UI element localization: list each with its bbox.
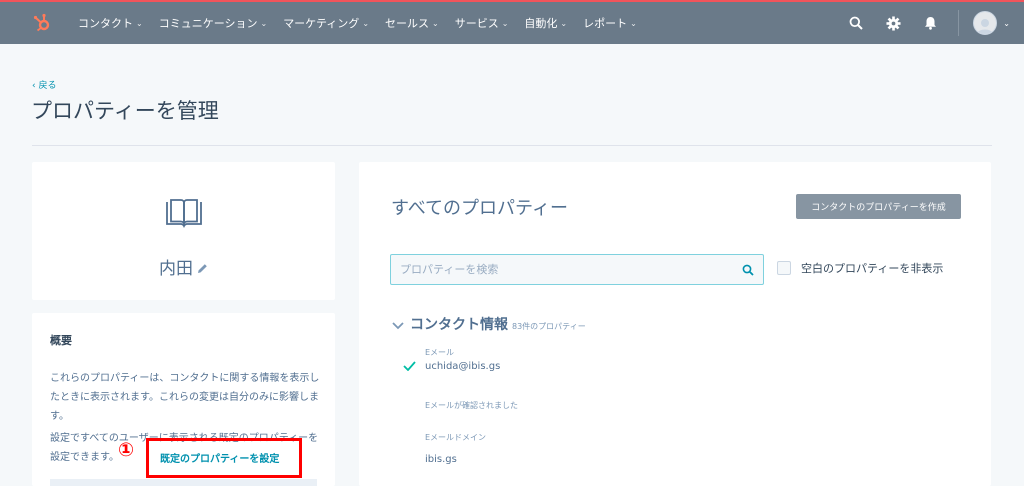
about-footer-strip — [50, 479, 317, 486]
divider — [32, 145, 992, 146]
all-properties-card: すべてのプロパティー コンタクトのプロパティーを作成 空白のプロパティーを非表示… — [359, 162, 991, 486]
nav-item-service[interactable]: サービス ⌄ — [447, 2, 517, 44]
book-icon — [164, 198, 204, 232]
nav-item-label: マーケティング — [283, 17, 360, 30]
nav-right-tools: ⌄ — [831, 2, 1010, 44]
nav-item-contacts[interactable]: コンタクト ⌄ — [70, 2, 151, 44]
nav-item-reports[interactable]: レポート ⌄ — [575, 2, 645, 44]
property-email: Eメール uchida@ibis.gs — [425, 347, 500, 372]
nav-item-label: 自動化 — [524, 17, 558, 30]
hubspot-sprocket-icon[interactable] — [22, 2, 62, 44]
avatar[interactable] — [973, 11, 998, 35]
nav-item-label: コンタクト — [78, 17, 133, 30]
search-icon[interactable] — [733, 264, 763, 276]
nav-item-marketing[interactable]: マーケティング ⌄ — [275, 2, 377, 44]
chevron-down-icon: ⌄ — [560, 18, 568, 28]
nav-menu: コンタクト ⌄ コミュニケーション ⌄ マーケティング ⌄ セールス ⌄ サービス ⌄ 自… — [70, 2, 645, 44]
nav-divider — [958, 10, 960, 36]
property-email-verified: Eメールが確認されました — [425, 400, 518, 411]
profile-name: 内田 — [159, 259, 193, 279]
chevron-down-icon: ⌄ — [630, 18, 637, 28]
nav-item-sales[interactable]: セールス ⌄ — [377, 2, 447, 44]
chevron-down-icon: ⌄ — [362, 18, 370, 28]
chevron-down-icon: ⌄ — [136, 18, 143, 28]
gear-icon[interactable] — [881, 11, 905, 35]
bell-icon[interactable] — [918, 11, 942, 35]
check-icon[interactable] — [403, 356, 416, 375]
property-label: Eメール — [425, 348, 455, 357]
property-label: Eメールが確認されました — [425, 401, 519, 410]
chevron-down-icon[interactable] — [392, 315, 404, 334]
chevron-down-icon[interactable]: ⌄ — [1003, 19, 1010, 28]
property-email-domain: Eメールドメイン ibis.gs — [425, 432, 486, 465]
section-count: 83件のプロパティー — [512, 322, 586, 331]
search-icon[interactable] — [844, 11, 868, 35]
nav-item-automation[interactable]: 自動化 ⌄ — [516, 2, 575, 44]
hide-empty-label: 空白のプロパティーを非表示 — [801, 262, 944, 275]
about-title: 概要 — [50, 334, 72, 347]
nav-item-label: コミュニケーション — [158, 17, 258, 30]
profile-card: 内田 — [32, 162, 335, 300]
property-value[interactable]: uchida@ibis.gs — [425, 361, 500, 372]
about-description: これらのプロパティーは、コンタクトに関する情報を表示したときに表示されます。これ… — [50, 373, 320, 422]
properties-title: すべてのプロパティー — [391, 198, 568, 219]
chevron-down-icon: ⌄ — [501, 18, 509, 28]
hide-empty-toggle[interactable]: 空白のプロパティーを非表示 — [777, 260, 943, 276]
top-navigation: コンタクト ⌄ コミュニケーション ⌄ マーケティング ⌄ セールス ⌄ サービス ⌄ 自… — [0, 2, 1024, 44]
section-contact-info[interactable]: コンタクト情報 83件のプロパティー — [392, 314, 586, 334]
search-input[interactable] — [391, 255, 733, 284]
property-label: Eメールドメイン — [425, 433, 487, 442]
property-search — [390, 254, 764, 285]
property-value[interactable]: ibis.gs — [425, 454, 486, 465]
profile-name-row: 内田 — [32, 254, 335, 279]
back-link[interactable]: ‹ 戻る — [32, 78, 56, 91]
nav-item-label: セールス — [385, 17, 430, 30]
nav-item-label: レポート — [583, 17, 628, 30]
hide-empty-checkbox[interactable] — [777, 261, 791, 275]
nav-item-communications[interactable]: コミュニケーション ⌄ — [151, 2, 275, 44]
annotation-number: ① — [118, 439, 135, 461]
nav-item-label: サービス — [454, 17, 499, 30]
page-title: プロパティーを管理 — [31, 99, 219, 123]
chevron-down-icon: ⌄ — [260, 18, 268, 28]
pencil-icon[interactable] — [197, 259, 208, 279]
chevron-down-icon: ⌄ — [432, 18, 439, 28]
section-name: コンタクト情報 — [410, 317, 508, 333]
create-property-button[interactable]: コンタクトのプロパティーを作成 — [796, 194, 961, 219]
set-default-properties-link[interactable]: 既定のプロパティーを設定 — [160, 450, 279, 465]
